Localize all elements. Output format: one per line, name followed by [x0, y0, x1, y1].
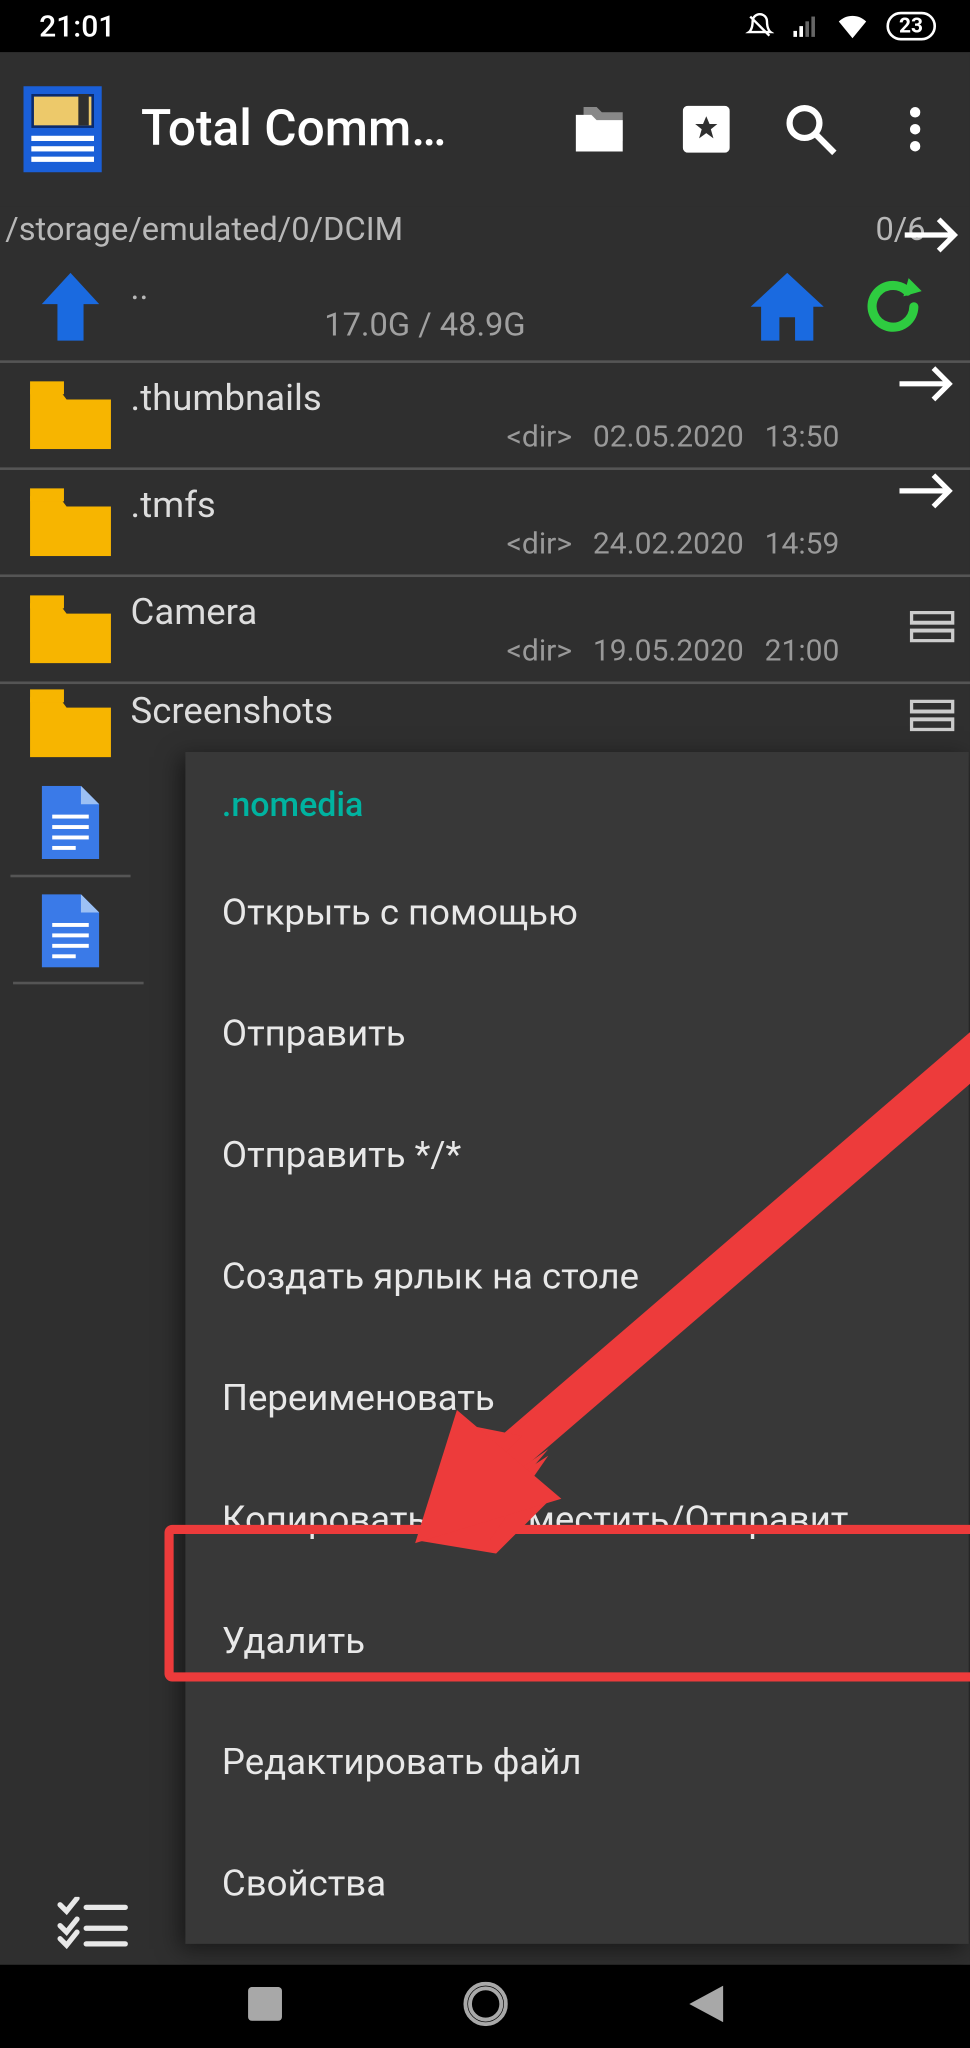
- ctx-send[interactable]: Отправить: [185, 973, 968, 1094]
- folders-icon[interactable]: [576, 103, 628, 155]
- select-toggle-button[interactable]: [0, 1881, 185, 1965]
- dnd-icon: [745, 12, 774, 41]
- context-menu-title: .nomedia: [185, 752, 968, 851]
- app-logo-icon: [23, 86, 101, 172]
- file-meta: <dir>02.05.202013:50: [131, 419, 840, 454]
- overflow-menu-icon[interactable]: [889, 103, 941, 155]
- ctx-edit-file[interactable]: Редактировать файл: [185, 1701, 968, 1822]
- forward-arrow-icon[interactable]: [897, 366, 954, 408]
- parent-dir-label: ..: [131, 269, 168, 345]
- ctx-copy-move[interactable]: Копировать/Переместить/Отправит..: [185, 1458, 968, 1579]
- storage-space: 17.0G / 48.9G: [167, 270, 735, 344]
- clock: 21:01: [39, 8, 115, 43]
- refresh-icon[interactable]: [839, 275, 970, 338]
- up-arrow-icon[interactable]: [10, 273, 130, 341]
- path-bar[interactable]: /storage/emulated/0/DCIM 0/6: [0, 206, 970, 253]
- file-row-camera[interactable]: Camera <dir>19.05.202021:00: [0, 577, 970, 684]
- status-icons: 23: [745, 8, 936, 45]
- ctx-send-any[interactable]: Отправить */*: [185, 1094, 968, 1215]
- file-name: .thumbnails: [131, 376, 840, 419]
- ctx-properties[interactable]: Свойства: [185, 1822, 968, 1943]
- nav-row[interactable]: .. 17.0G / 48.9G: [0, 253, 970, 363]
- search-icon[interactable]: [785, 103, 837, 155]
- home-button[interactable]: [463, 1982, 507, 2032]
- context-menu: .nomedia Открыть с помощью Отправить Отп…: [185, 752, 968, 1944]
- list-toggle-icon[interactable]: [910, 700, 954, 737]
- app-bar: Total Comm…: [0, 52, 970, 206]
- file-name: Camera: [131, 590, 840, 633]
- folder-icon: [10, 381, 130, 449]
- bookmark-icon[interactable]: [680, 103, 732, 155]
- back-button[interactable]: [689, 1986, 723, 2028]
- home-icon[interactable]: [735, 273, 839, 341]
- app-title: Total Comm…: [141, 101, 576, 158]
- battery-level: 23: [886, 12, 936, 41]
- current-path: /storage/emulated/0/DCIM: [5, 211, 403, 249]
- ctx-rename[interactable]: Переименовать: [185, 1337, 968, 1458]
- ctx-delete[interactable]: Удалить: [185, 1580, 968, 1701]
- list-toggle-icon[interactable]: [910, 611, 954, 648]
- folder-icon: [10, 689, 130, 757]
- file-meta: <dir>19.05.202021:00: [131, 633, 840, 668]
- file-row-thumbnails[interactable]: .thumbnails <dir>02.05.202013:50: [0, 363, 970, 470]
- ctx-create-shortcut[interactable]: Создать ярлык на столе: [185, 1215, 968, 1336]
- file-meta: <dir>24.02.202014:59: [131, 526, 840, 561]
- folder-icon: [10, 595, 130, 663]
- status-bar: 21:01 23: [0, 0, 970, 52]
- recent-apps-button[interactable]: [247, 1987, 281, 2026]
- folder-icon: [10, 488, 130, 556]
- wifi-icon: [834, 8, 871, 45]
- file-row-tmfs[interactable]: .tmfs <dir>24.02.202014:59: [0, 470, 970, 577]
- document-icon: [10, 770, 130, 877]
- forward-arrow-icon[interactable]: [897, 473, 954, 515]
- document-icon: [10, 877, 130, 984]
- signal-icon: [789, 12, 818, 41]
- file-name: .tmfs: [131, 483, 840, 526]
- android-nav-bar: [0, 1965, 970, 2048]
- forward-arrow-icon[interactable]: [902, 217, 959, 259]
- ctx-open-with[interactable]: Открыть с помощью: [185, 851, 968, 972]
- file-name: Screenshots: [131, 689, 840, 732]
